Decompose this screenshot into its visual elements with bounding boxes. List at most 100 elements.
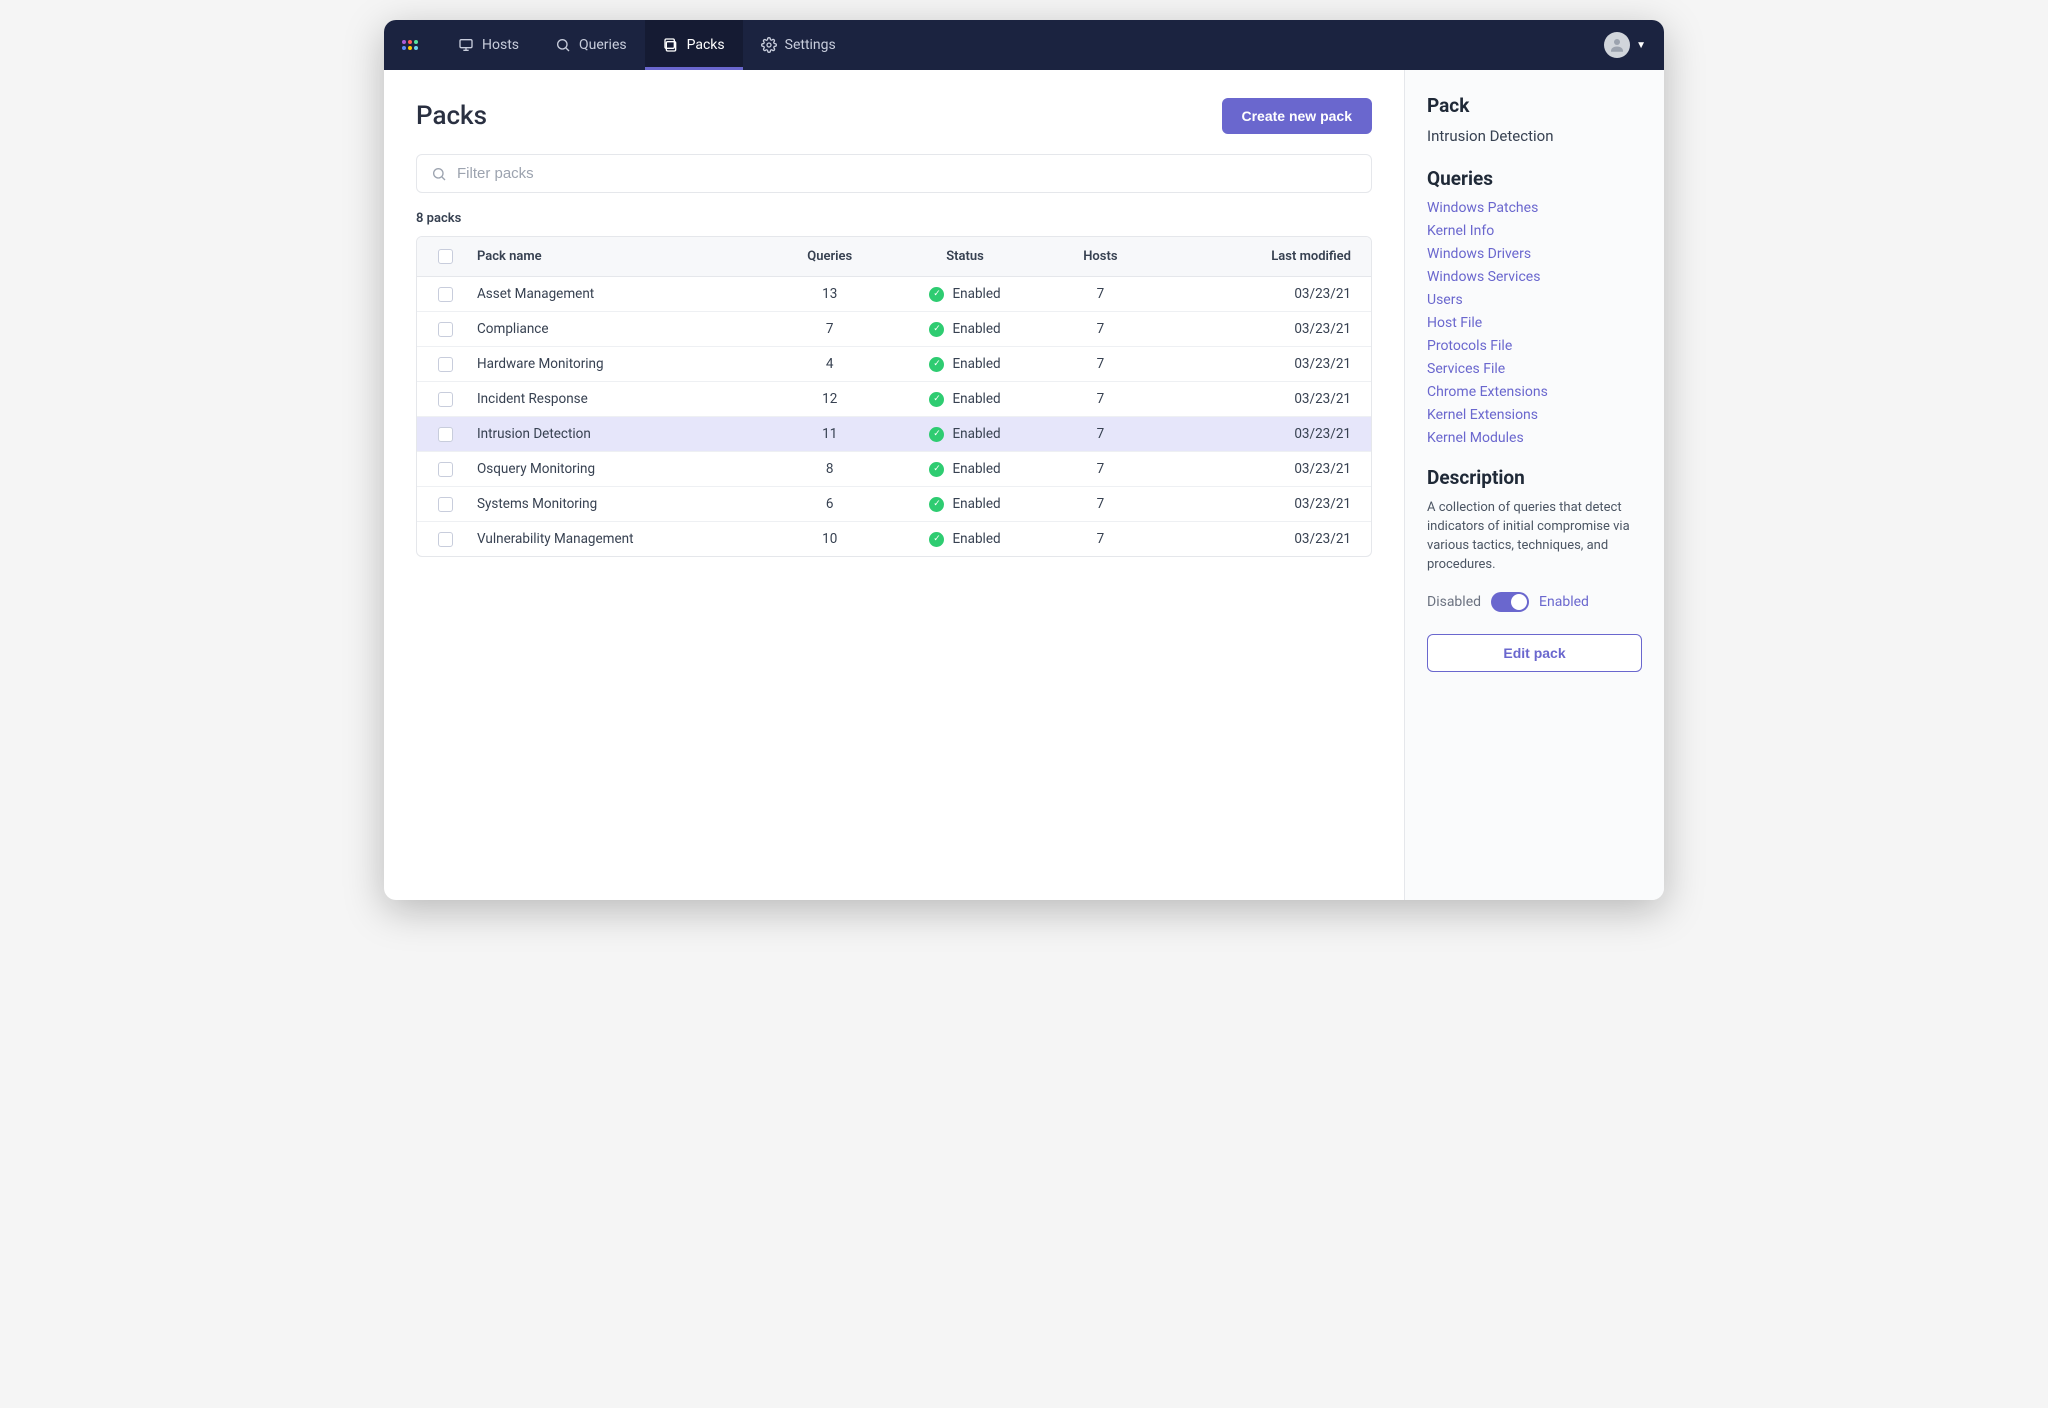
cell-name: Compliance: [473, 321, 768, 337]
check-icon: ✓: [929, 392, 944, 407]
status-text: Enabled: [952, 461, 1000, 477]
cell-name: Systems Monitoring: [473, 496, 768, 512]
cell-name: Incident Response: [473, 391, 768, 407]
hosts-icon: [458, 37, 474, 53]
chevron-down-icon: ▼: [1636, 40, 1646, 51]
cell-name: Intrusion Detection: [473, 426, 768, 442]
table-row[interactable]: Compliance 7 ✓ Enabled 7 03/23/21: [417, 312, 1371, 347]
cell-status: ✓ Enabled: [891, 531, 1039, 547]
nav-item-hosts[interactable]: Hosts: [440, 20, 537, 70]
table-row[interactable]: Hardware Monitoring 4 ✓ Enabled 7 03/23/…: [417, 347, 1371, 382]
cell-modified: 03/23/21: [1162, 321, 1371, 337]
user-menu[interactable]: ▼: [1604, 32, 1646, 58]
cell-modified: 03/23/21: [1162, 496, 1371, 512]
status-text: Enabled: [952, 391, 1000, 407]
query-link[interactable]: Protocols File: [1427, 338, 1642, 354]
query-link[interactable]: Kernel Modules: [1427, 430, 1642, 446]
nav-label: Queries: [579, 37, 627, 53]
nav-label: Settings: [785, 37, 836, 53]
select-all-checkbox[interactable]: [438, 249, 453, 264]
th-name[interactable]: Pack name: [473, 249, 768, 264]
edit-pack-button[interactable]: Edit pack: [1427, 634, 1642, 672]
nav-item-settings[interactable]: Settings: [743, 20, 854, 70]
app-frame: Hosts Queries Packs Settings: [384, 20, 1664, 900]
cell-name: Vulnerability Management: [473, 531, 768, 547]
query-link[interactable]: Kernel Info: [1427, 223, 1642, 239]
row-checkbox[interactable]: [438, 532, 453, 547]
row-checkbox[interactable]: [438, 287, 453, 302]
gear-icon: [761, 37, 777, 53]
side-panel: Pack Intrusion Detection Queries Windows…: [1404, 70, 1664, 900]
cell-queries: 13: [768, 286, 891, 302]
check-icon: ✓: [929, 427, 944, 442]
enable-toggle[interactable]: [1491, 592, 1529, 612]
page-title: Packs: [416, 101, 487, 131]
status-text: Enabled: [952, 321, 1000, 337]
table-row[interactable]: Vulnerability Management 10 ✓ Enabled 7 …: [417, 522, 1371, 556]
cell-status: ✓ Enabled: [891, 356, 1039, 372]
table-row[interactable]: Intrusion Detection 11 ✓ Enabled 7 03/23…: [417, 417, 1371, 452]
cell-modified: 03/23/21: [1162, 356, 1371, 372]
cell-modified: 03/23/21: [1162, 426, 1371, 442]
query-link[interactable]: Services File: [1427, 361, 1642, 377]
packs-icon: [663, 37, 679, 53]
table-row[interactable]: Incident Response 12 ✓ Enabled 7 03/23/2…: [417, 382, 1371, 417]
table-row[interactable]: Systems Monitoring 6 ✓ Enabled 7 03/23/2…: [417, 487, 1371, 522]
row-checkbox[interactable]: [438, 462, 453, 477]
cell-hosts: 7: [1039, 321, 1162, 337]
th-hosts[interactable]: Hosts: [1039, 249, 1162, 264]
queries-icon: [555, 37, 571, 53]
row-checkbox[interactable]: [438, 392, 453, 407]
toggle-on-label: Enabled: [1539, 594, 1589, 610]
check-icon: ✓: [929, 532, 944, 547]
table-row[interactable]: Osquery Monitoring 8 ✓ Enabled 7 03/23/2…: [417, 452, 1371, 487]
main-content: Packs Create new pack 8 packs Pack name …: [384, 70, 1404, 900]
cell-queries: 11: [768, 426, 891, 442]
row-checkbox[interactable]: [438, 497, 453, 512]
row-checkbox[interactable]: [438, 427, 453, 442]
side-description-heading: Description: [1427, 466, 1642, 489]
pack-count-label: 8 packs: [416, 211, 1372, 226]
cell-hosts: 7: [1039, 286, 1162, 302]
side-queries-heading: Queries: [1427, 167, 1642, 190]
nav-item-packs[interactable]: Packs: [645, 20, 743, 70]
cell-modified: 03/23/21: [1162, 461, 1371, 477]
query-link[interactable]: Windows Services: [1427, 269, 1642, 285]
status-text: Enabled: [952, 496, 1000, 512]
query-link[interactable]: Kernel Extensions: [1427, 407, 1642, 423]
cell-queries: 6: [768, 496, 891, 512]
filter-input[interactable]: [457, 165, 1357, 182]
table-row[interactable]: Asset Management 13 ✓ Enabled 7 03/23/21: [417, 277, 1371, 312]
th-modified[interactable]: Last modified: [1162, 249, 1371, 264]
nav-items: Hosts Queries Packs Settings: [440, 20, 854, 70]
cell-status: ✓ Enabled: [891, 426, 1039, 442]
create-pack-button[interactable]: Create new pack: [1222, 98, 1373, 134]
th-queries[interactable]: Queries: [768, 249, 891, 264]
status-text: Enabled: [952, 426, 1000, 442]
check-icon: ✓: [929, 322, 944, 337]
cell-status: ✓ Enabled: [891, 496, 1039, 512]
cell-modified: 03/23/21: [1162, 531, 1371, 547]
query-link[interactable]: Windows Patches: [1427, 200, 1642, 216]
query-link[interactable]: Users: [1427, 292, 1642, 308]
row-checkbox[interactable]: [438, 357, 453, 372]
query-link[interactable]: Host File: [1427, 315, 1642, 331]
cell-hosts: 7: [1039, 531, 1162, 547]
toggle-off-label: Disabled: [1427, 594, 1481, 610]
cell-hosts: 7: [1039, 461, 1162, 477]
status-text: Enabled: [952, 356, 1000, 372]
row-checkbox[interactable]: [438, 322, 453, 337]
check-icon: ✓: [929, 357, 944, 372]
cell-name: Osquery Monitoring: [473, 461, 768, 477]
cell-status: ✓ Enabled: [891, 391, 1039, 407]
query-link[interactable]: Chrome Extensions: [1427, 384, 1642, 400]
query-link[interactable]: Windows Drivers: [1427, 246, 1642, 262]
filter-input-wrap[interactable]: [416, 154, 1372, 193]
cell-status: ✓ Enabled: [891, 286, 1039, 302]
nav-item-queries[interactable]: Queries: [537, 20, 645, 70]
cell-hosts: 7: [1039, 426, 1162, 442]
cell-queries: 12: [768, 391, 891, 407]
cell-hosts: 7: [1039, 496, 1162, 512]
th-status[interactable]: Status: [891, 249, 1039, 264]
cell-queries: 4: [768, 356, 891, 372]
